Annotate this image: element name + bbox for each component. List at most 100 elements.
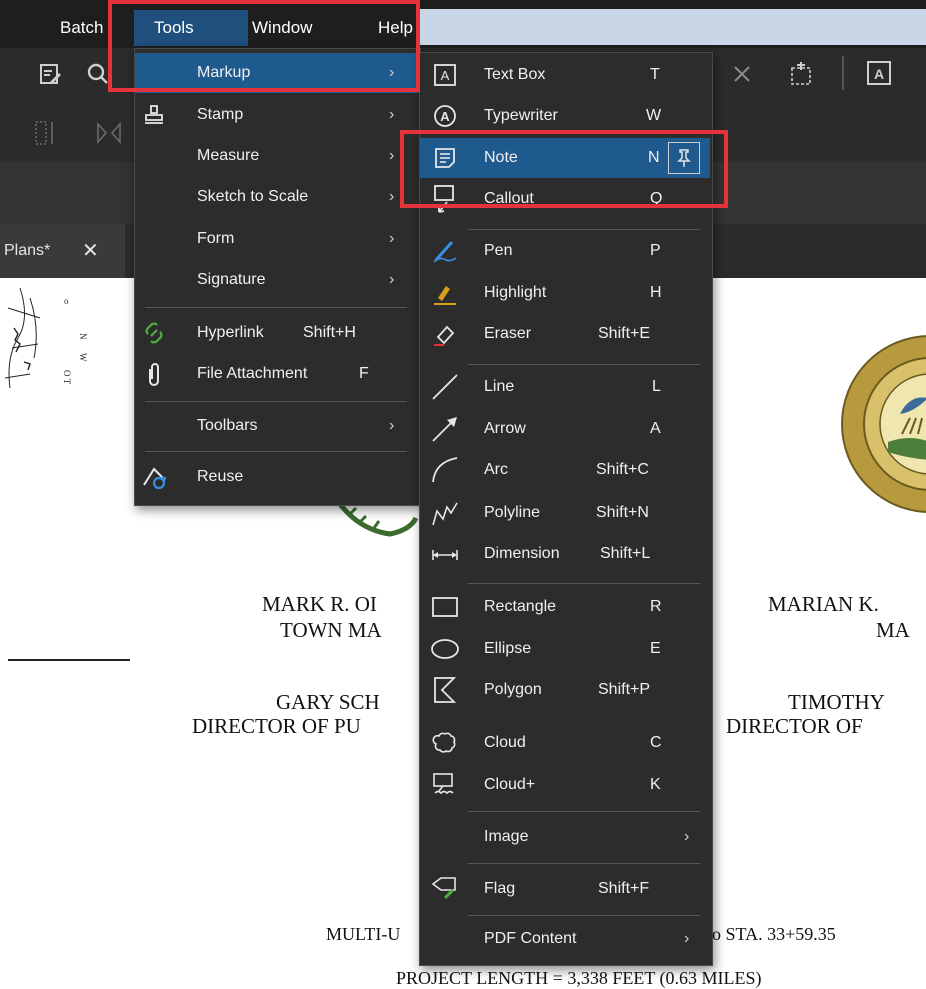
highlighter-icon <box>430 277 460 309</box>
grid-align-icon[interactable] <box>34 120 64 146</box>
left-official-name: MARK R. OI <box>262 592 377 616</box>
markup-item-cloud[interactable]: Cloud C <box>420 723 712 763</box>
markup-item-eraser[interactable]: Eraser Shift+E <box>420 314 712 354</box>
cloud-plus-icon <box>430 769 460 801</box>
left-official-title: TOWN MA <box>280 618 382 642</box>
tools-menu-item-measure[interactable]: Measure › <box>135 136 420 176</box>
menu-item-label: Stamp <box>197 106 244 123</box>
left-director-name: GARY SCH <box>276 690 380 714</box>
menu-item-shortcut: T <box>650 66 660 83</box>
menu-item-label: Reuse <box>197 468 244 485</box>
tools-menu-item-form[interactable]: Form › <box>135 219 420 259</box>
menu-item-label: Polyline <box>484 504 541 521</box>
markup-item-rectangle[interactable]: Rectangle R <box>420 587 712 627</box>
tools-menu-item-sketch-to-scale[interactable]: Sketch to Scale › <box>135 177 420 217</box>
dimension-icon <box>430 538 460 570</box>
search-icon[interactable] <box>86 62 110 86</box>
menu-item-shortcut: Shift+P <box>598 681 651 698</box>
text-box-icon[interactable]: A <box>866 60 892 86</box>
markup-item-pen[interactable]: Pen P <box>420 231 712 271</box>
crop-select-icon[interactable] <box>786 60 816 90</box>
markup-item-polyline[interactable]: Polyline Shift+N <box>420 493 712 533</box>
menu-item-label: Hyperlink <box>197 324 264 341</box>
menu-item-shortcut: K <box>650 776 661 793</box>
svg-text:O T: O T <box>62 370 72 385</box>
tools-menu-item-toolbars[interactable]: Toolbars › <box>135 406 420 446</box>
project-title-right: o STA. 33+59.35 <box>712 924 836 944</box>
tools-menu-item-file-attachment[interactable]: File Attachment F <box>135 354 420 394</box>
menu-item-label: Arrow <box>484 420 526 437</box>
markup-item-text-box[interactable]: A Text Box T <box>420 55 712 95</box>
markup-item-flag[interactable]: Flag Shift+F <box>420 869 712 909</box>
annotation-box-tools-markup <box>108 0 420 92</box>
left-director-title: DIRECTOR OF PU <box>192 714 361 738</box>
menu-item-shortcut: E <box>650 640 661 657</box>
menu-item-label: Line <box>484 378 515 395</box>
pen-icon <box>430 235 460 267</box>
tools-menu-item-reuse[interactable]: Reuse <box>135 457 420 497</box>
close-icon[interactable] <box>732 64 752 84</box>
menu-item-shortcut: Shift+L <box>600 545 651 562</box>
menu-separator <box>145 451 407 452</box>
right-official-title: MA <box>876 618 910 642</box>
right-director-title: DIRECTOR OF <box>726 714 863 738</box>
menu-item-label: Measure <box>197 147 260 164</box>
menu-batch[interactable]: Batch <box>50 10 113 46</box>
chevron-right-icon: › <box>389 271 395 288</box>
menu-separator <box>145 307 407 308</box>
tools-menu-item-hyperlink[interactable]: Hyperlink Shift+H <box>135 313 420 353</box>
menu-separator <box>468 863 700 864</box>
menu-item-shortcut: F <box>359 365 369 382</box>
tab-plans[interactable]: Plans* ✕ <box>0 224 125 278</box>
tools-menu: Markup › Stamp › Measure › Sketch to Sca… <box>134 48 421 506</box>
menu-item-label: Signature <box>197 271 266 288</box>
menu-item-shortcut: Shift+H <box>303 324 356 341</box>
markup-item-image[interactable]: Image › <box>420 817 712 857</box>
markup-item-polygon[interactable]: Polygon Shift+P <box>420 670 712 710</box>
markup-item-arrow[interactable]: Arrow A <box>420 409 712 449</box>
menu-item-shortcut: P <box>650 242 661 259</box>
svg-text:A: A <box>441 68 450 83</box>
menu-item-label: Flag <box>484 880 516 897</box>
svg-text:A: A <box>874 66 884 82</box>
edit-document-icon[interactable] <box>38 62 62 86</box>
chevron-right-icon: › <box>684 930 690 947</box>
link-icon <box>139 317 169 349</box>
flip-icon[interactable] <box>96 120 122 146</box>
title-bar-region <box>420 9 926 45</box>
svg-text:N: N <box>78 333 88 340</box>
svg-text:A: A <box>440 109 450 124</box>
menu-separator <box>145 401 407 402</box>
chevron-right-icon: › <box>389 147 395 164</box>
arrow-icon <box>430 413 460 445</box>
menu-item-shortcut: A <box>650 420 661 437</box>
tools-menu-item-stamp[interactable]: Stamp › <box>135 95 420 135</box>
markup-item-highlight[interactable]: Highlight H <box>420 273 712 313</box>
markup-item-dimension[interactable]: Dimension Shift+L <box>420 534 712 574</box>
menu-item-shortcut: H <box>650 284 662 301</box>
markup-item-line[interactable]: Line L <box>420 367 712 407</box>
menu-item-label: Image <box>484 828 529 845</box>
menu-item-label: PDF Content <box>484 930 577 947</box>
menu-item-shortcut: Shift+C <box>596 461 649 478</box>
markup-item-ellipse[interactable]: Ellipse E <box>420 629 712 669</box>
paperclip-icon <box>139 358 169 390</box>
toolbar-divider <box>842 56 844 90</box>
cloud-icon <box>430 727 460 759</box>
menu-item-shortcut: Shift+N <box>596 504 649 521</box>
tools-menu-item-signature[interactable]: Signature › <box>135 260 420 300</box>
markup-item-pdf-content[interactable]: PDF Content › <box>420 919 712 959</box>
map-sketch: o N W O T <box>0 278 100 418</box>
typewriter-icon: A <box>430 100 460 132</box>
flag-icon <box>430 873 460 905</box>
menu-item-label: Cloud <box>484 734 526 751</box>
markup-item-arc[interactable]: Arc Shift+C <box>420 450 712 490</box>
tab-close-icon[interactable]: ✕ <box>82 224 99 278</box>
menu-item-label: Ellipse <box>484 640 532 657</box>
markup-item-cloud-plus[interactable]: Cloud+ K <box>420 765 712 805</box>
chevron-right-icon: › <box>389 188 395 205</box>
menu-separator <box>468 915 700 916</box>
arc-icon <box>430 454 460 486</box>
text-box-icon: A <box>430 59 460 91</box>
svg-text:o: o <box>64 296 69 306</box>
